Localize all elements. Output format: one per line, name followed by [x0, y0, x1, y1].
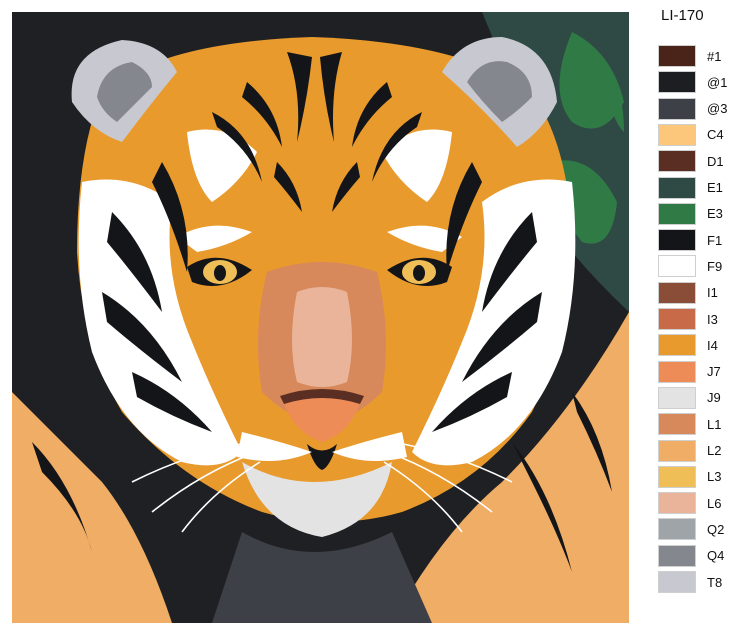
- palette-row: I4: [658, 333, 718, 357]
- palette-row: F1: [658, 228, 722, 252]
- color-code-label: C4: [707, 127, 724, 143]
- color-swatch: [658, 176, 696, 199]
- color-code-label: I1: [707, 285, 718, 301]
- color-code-label: E1: [707, 180, 723, 195]
- palette-row: T8: [658, 570, 722, 594]
- color-swatch: [658, 334, 696, 357]
- color-swatch: [658, 150, 696, 173]
- color-swatch: [658, 229, 696, 252]
- color-code-label: Q2: [707, 521, 725, 537]
- palette-row: E1: [658, 176, 723, 200]
- color-swatch: [658, 465, 696, 488]
- palette-row: F9: [658, 254, 722, 278]
- color-code-label: @3: [707, 101, 728, 117]
- color-swatch: [658, 544, 696, 567]
- color-swatch: [658, 71, 696, 94]
- color-code-label: #1: [707, 48, 722, 64]
- color-code-label: I3: [707, 311, 718, 327]
- color-code-label: L3: [707, 469, 722, 485]
- palette-row: D1: [658, 149, 724, 173]
- palette-row: Q2: [658, 517, 724, 541]
- color-swatch: [658, 202, 696, 225]
- color-swatch: [658, 518, 696, 541]
- palette-row: L3: [658, 465, 721, 489]
- color-code-label: L1: [707, 416, 722, 432]
- color-code-label: L6: [707, 495, 722, 511]
- color-swatch: [658, 360, 696, 383]
- color-swatch: [658, 413, 696, 436]
- color-swatch: [658, 439, 696, 462]
- color-swatch: [658, 281, 696, 304]
- color-code-label: E3: [707, 206, 723, 222]
- nose-bridge: [292, 287, 352, 387]
- palette-row: C4: [658, 123, 724, 147]
- color-swatch: [658, 386, 696, 409]
- palette-row: I3: [658, 307, 718, 331]
- palette-row: L2: [658, 439, 721, 463]
- palette-row: J9: [658, 386, 721, 410]
- tiger-painting: [12, 12, 629, 623]
- palette-row: J7: [658, 360, 721, 384]
- palette-row: @3: [658, 97, 727, 121]
- kit-code: LI-170: [661, 7, 704, 24]
- color-code-label: T8: [707, 574, 723, 590]
- color-swatch: [658, 123, 696, 146]
- palette-row: I1: [658, 281, 718, 305]
- color-code-label: @1: [707, 74, 728, 90]
- palette-row: Q4: [658, 544, 724, 568]
- color-code-label: J9: [707, 390, 721, 406]
- color-code-label: I4: [707, 337, 718, 353]
- color-code-label: F1: [707, 232, 723, 248]
- palette-row: L1: [658, 412, 721, 436]
- color-code-label: Q4: [707, 548, 725, 564]
- color-swatch: [658, 308, 696, 330]
- palette-row: L6: [658, 491, 721, 515]
- color-code-label: D1: [707, 153, 724, 169]
- color-code-label: F9: [707, 258, 723, 274]
- palette-row: E3: [658, 202, 723, 226]
- palette-row: @1: [658, 70, 727, 94]
- color-swatch: [658, 255, 696, 278]
- color-swatch: [658, 571, 696, 593]
- color-swatch: [658, 492, 696, 515]
- color-code-label: J7: [707, 364, 721, 380]
- color-swatch: [658, 45, 696, 67]
- palette-row: #1: [658, 44, 721, 68]
- color-swatch: [658, 97, 696, 120]
- color-code-label: L2: [707, 443, 722, 458]
